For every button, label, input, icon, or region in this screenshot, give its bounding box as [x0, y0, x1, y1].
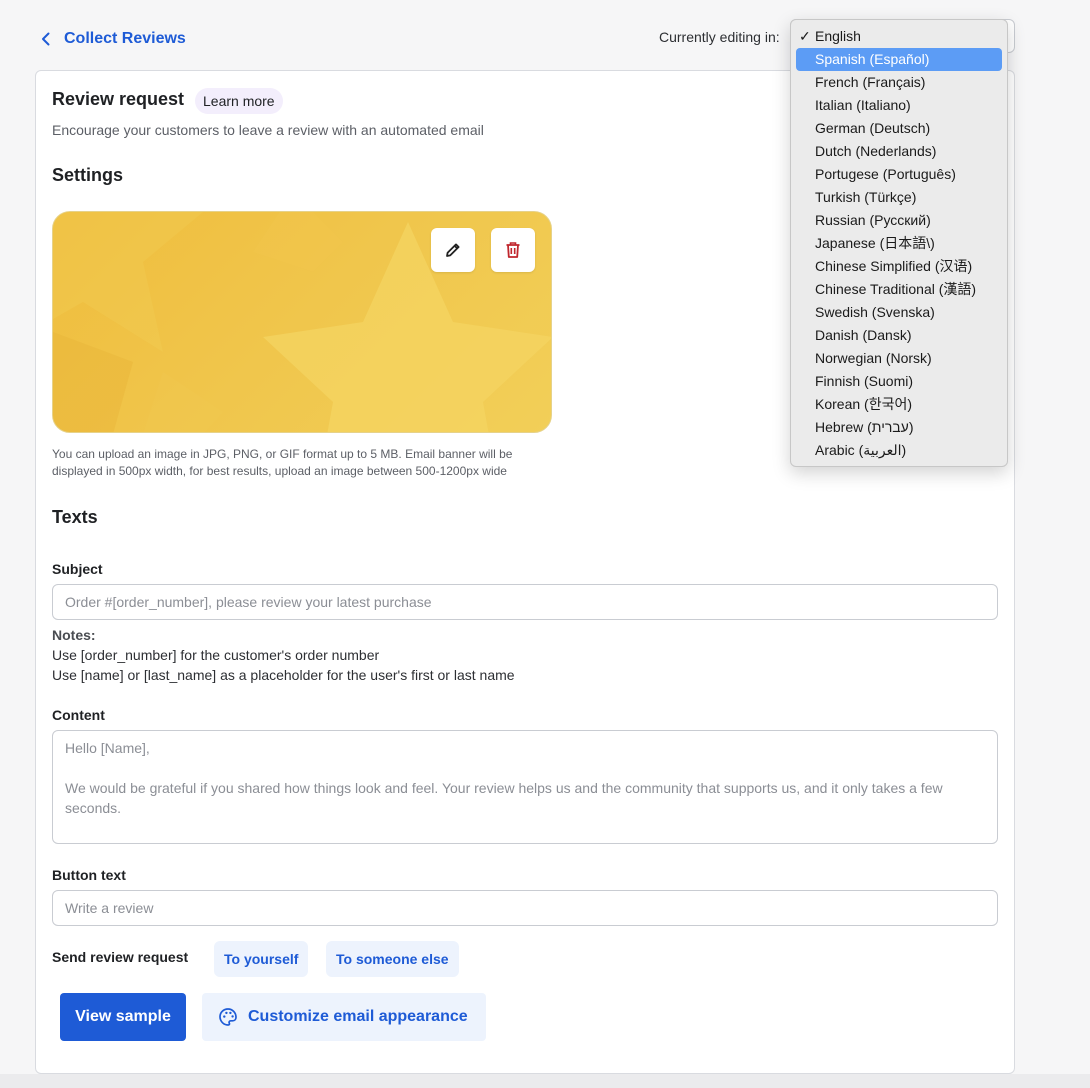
subject-notes: Notes: Use [order_number] for the custom…: [52, 625, 515, 685]
settings-heading: Settings: [52, 165, 124, 185]
content-textarea[interactable]: [52, 730, 998, 844]
pencil-icon: [446, 243, 460, 257]
language-option-portuguese[interactable]: Portugese (Português): [796, 163, 1002, 186]
back-link-label: Collect Reviews: [64, 30, 186, 47]
language-option-label: Russian (Русский): [815, 212, 931, 228]
editing-language-label: Currently editing in:: [659, 29, 780, 45]
subject-label: Subject: [52, 561, 103, 577]
language-option-label: Turkish (Türkçe): [815, 189, 917, 205]
language-option-english[interactable]: ✓ English: [796, 25, 1002, 48]
language-option-french[interactable]: French (Français): [796, 71, 1002, 94]
language-option-japanese[interactable]: Japanese (日本語\): [796, 232, 1002, 255]
language-option-turkish[interactable]: Turkish (Türkçe): [796, 186, 1002, 209]
language-option-spanish[interactable]: Spanish (Español): [796, 48, 1002, 71]
language-option-label: Hebrew (עברית): [815, 419, 914, 435]
content-label: Content: [52, 707, 105, 723]
language-option-italian[interactable]: Italian (Italiano): [796, 94, 1002, 117]
language-option-russian[interactable]: Russian (Русский): [796, 209, 1002, 232]
view-sample-button[interactable]: View sample: [60, 993, 186, 1041]
send-review-request-label: Send review request: [52, 949, 189, 965]
notes-line-name: Use [name] or [last_name] as a placehold…: [52, 667, 515, 683]
review-request-description: Encourage your customers to leave a revi…: [52, 122, 484, 138]
notes-title: Notes:: [52, 627, 96, 643]
language-dropdown-menu[interactable]: ✓ English Spanish (Español) French (Fran…: [790, 19, 1008, 467]
checkmark-icon: ✓: [799, 28, 811, 44]
customize-label: Customize email appearance: [248, 1008, 468, 1025]
star-pattern-icon: [53, 212, 551, 432]
language-option-chinese-simplified[interactable]: Chinese Simplified (汉语): [796, 255, 1002, 278]
language-option-label: Finnish (Suomi): [815, 373, 914, 389]
language-option-label: Chinese Traditional (漢語): [815, 281, 977, 297]
language-option-hebrew[interactable]: Hebrew (עברית): [796, 416, 1002, 439]
language-option-label: French (Français): [815, 74, 926, 90]
banner-help-text: You can upload an image in JPG, PNG, or …: [52, 447, 513, 478]
language-option-label: Dutch (Nederlands): [815, 143, 937, 159]
language-option-label: German (Deutsch): [815, 120, 931, 136]
language-option-label: Swedish (Svenska): [815, 304, 935, 320]
language-option-label: English: [815, 28, 861, 44]
language-option-arabic[interactable]: Arabic (العربية): [796, 439, 1002, 462]
language-option-label: Norwegian (Norsk): [815, 350, 932, 366]
language-option-chinese-traditional[interactable]: Chinese Traditional (漢語): [796, 278, 1002, 301]
email-banner-image: [52, 211, 552, 433]
button-text-input[interactable]: [52, 890, 998, 926]
language-option-swedish[interactable]: Swedish (Svenska): [796, 301, 1002, 324]
language-option-label: Portugese (Português): [815, 166, 956, 182]
send-to-yourself-button[interactable]: To yourself: [214, 941, 309, 977]
notes-line-order-number: Use [order_number] for the customer's or…: [52, 647, 380, 663]
language-option-finnish[interactable]: Finnish (Suomi): [796, 370, 1002, 393]
language-option-label: Danish (Dansk): [815, 327, 912, 343]
language-option-german[interactable]: German (Deutsch): [796, 117, 1002, 140]
language-option-label: Korean (한국어): [815, 396, 912, 412]
button-text-label: Button text: [52, 867, 126, 883]
back-link-collect-reviews[interactable]: Collect Reviews: [38, 30, 186, 48]
learn-more-link[interactable]: Learn more: [195, 88, 283, 114]
trash-icon: [506, 242, 520, 258]
texts-heading: Texts: [52, 507, 98, 527]
customize-email-appearance-button[interactable]: Customize email appearance: [202, 993, 486, 1041]
language-option-danish[interactable]: Danish (Dansk): [796, 324, 1002, 347]
language-option-label: Chinese Simplified (汉语): [815, 258, 973, 274]
send-to-someone-else-button[interactable]: To someone else: [326, 941, 459, 977]
language-option-norwegian[interactable]: Norwegian (Norsk): [796, 347, 1002, 370]
subject-input[interactable]: [52, 584, 998, 620]
delete-banner-button[interactable]: [491, 228, 535, 272]
language-option-label: Italian (Italiano): [815, 97, 911, 113]
language-option-label: Spanish (Español): [815, 51, 930, 67]
edit-banner-button[interactable]: [431, 228, 475, 272]
bottom-strip: [0, 1074, 1090, 1088]
language-option-korean[interactable]: Korean (한국어): [796, 393, 1002, 416]
language-option-label: Japanese (日本語\): [815, 235, 935, 251]
palette-icon: [219, 1008, 237, 1026]
language-option-dutch[interactable]: Dutch (Nederlands): [796, 140, 1002, 163]
chevron-left-icon: [42, 32, 50, 46]
review-request-title: Review request: [52, 89, 185, 109]
language-option-label: Arabic (العربية): [815, 442, 907, 458]
